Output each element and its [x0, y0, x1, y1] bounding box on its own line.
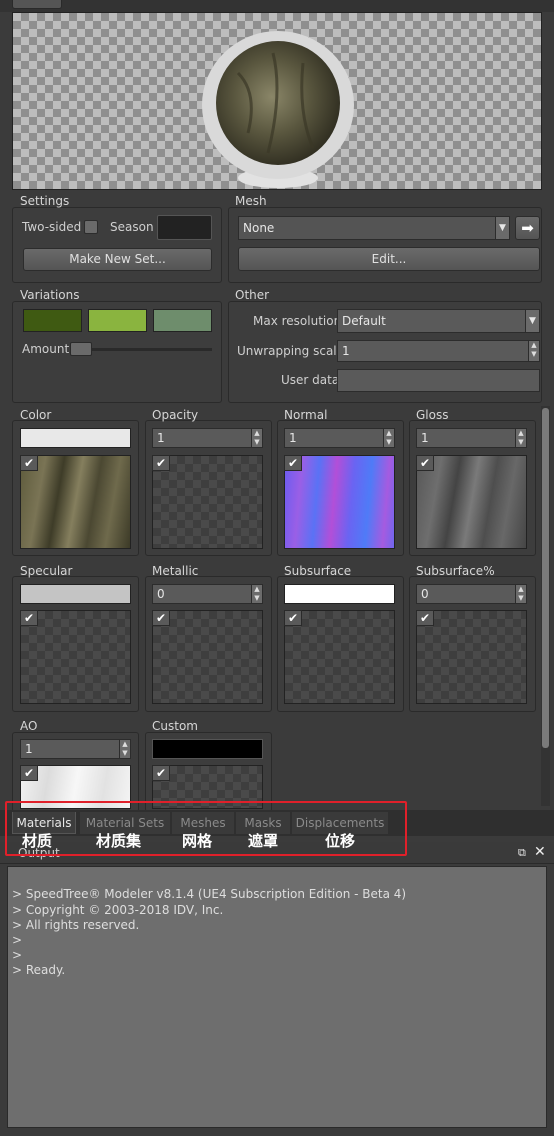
- two-sided-checkbox[interactable]: [84, 220, 98, 234]
- subsurface-enabled-checkbox[interactable]: ✔: [284, 610, 302, 626]
- normal-channel-title: Normal: [284, 408, 328, 422]
- spinner-arrows-icon[interactable]: ▲ ▼: [119, 740, 130, 758]
- gloss-spinbox[interactable]: 1 ▲ ▼: [416, 428, 527, 448]
- subsurface-pct-spinbox[interactable]: 0 ▲ ▼: [416, 584, 527, 604]
- spinner-arrows-icon[interactable]: ▲ ▼: [528, 341, 539, 361]
- color-swatch[interactable]: [20, 428, 131, 448]
- preview-toggle-button[interactable]: [12, 0, 62, 9]
- opacity-enabled-checkbox[interactable]: ✔: [152, 455, 170, 471]
- output-line: > Ready.: [12, 963, 66, 977]
- metallic-spinbox[interactable]: 0 ▲ ▼: [152, 584, 263, 604]
- mesh-edit-button[interactable]: Edit...: [238, 247, 540, 271]
- opacity-value: 1: [157, 431, 165, 445]
- scrollbar-thumb[interactable]: [542, 408, 549, 748]
- channel-grid-scrollbar[interactable]: [541, 406, 550, 806]
- metallic-value: 0: [157, 587, 165, 601]
- user-data-label: User data: [281, 373, 340, 387]
- float-window-icon[interactable]: ⧉: [518, 846, 526, 860]
- amount-slider-handle[interactable]: [70, 342, 92, 356]
- specular-enabled-checkbox[interactable]: ✔: [20, 610, 38, 626]
- subsurface-swatch[interactable]: [284, 584, 395, 604]
- ao-spinbox[interactable]: 1 ▲ ▼: [20, 739, 131, 759]
- max-resolution-label: Max resolution: [253, 314, 342, 328]
- normal-spinbox[interactable]: 1 ▲ ▼: [284, 428, 395, 448]
- material-preview: [12, 12, 542, 190]
- subsurface-channel-title: Subsurface: [284, 564, 352, 578]
- custom-channel-title: Custom: [152, 719, 198, 733]
- mesh-go-arrow-button[interactable]: ➡: [515, 216, 540, 240]
- metallic-enabled-checkbox[interactable]: ✔: [152, 610, 170, 626]
- chevron-down-icon: ▼: [525, 310, 539, 332]
- season-color-swatch[interactable]: [157, 215, 212, 240]
- spinner-arrows-icon[interactable]: ▲ ▼: [515, 429, 526, 447]
- max-resolution-dropdown[interactable]: Default ▼: [337, 309, 540, 333]
- season-label: Season: [110, 220, 154, 234]
- specular-swatch[interactable]: [20, 584, 131, 604]
- normal-value: 1: [289, 431, 297, 445]
- normal-enabled-checkbox[interactable]: ✔: [284, 455, 302, 471]
- amount-label: Amount: [22, 342, 70, 356]
- mesh-title: Mesh: [235, 194, 267, 208]
- custom-swatch[interactable]: [152, 739, 263, 759]
- output-line: > Copyright © 2003-2018 IDV, Inc.: [12, 903, 224, 917]
- chevron-down-icon: ▼: [495, 217, 509, 239]
- output-line: > All rights reserved.: [12, 918, 140, 932]
- variation-swatch-3[interactable]: [153, 309, 212, 332]
- settings-title: Settings: [20, 194, 70, 208]
- spinner-arrows-icon[interactable]: ▲ ▼: [383, 429, 394, 447]
- max-resolution-value: Default: [342, 314, 386, 328]
- unwrapping-scale-label: Unwrapping scale: [237, 344, 345, 358]
- metallic-channel-title: Metallic: [152, 564, 199, 578]
- subsurface-pct-channel-title: Subsurface%: [416, 564, 495, 578]
- variations-title: Variations: [20, 288, 80, 302]
- two-sided-label: Two-sided: [22, 220, 82, 234]
- unwrapping-scale-value: 1: [342, 344, 350, 358]
- spinner-arrows-icon[interactable]: ▲ ▼: [251, 585, 262, 603]
- user-data-input[interactable]: [337, 369, 540, 392]
- specular-channel-title: Specular: [20, 564, 73, 578]
- variation-swatch-2[interactable]: [88, 309, 147, 332]
- ao-channel-title: AO: [20, 719, 38, 733]
- custom-enabled-checkbox[interactable]: ✔: [152, 765, 170, 781]
- close-icon[interactable]: ✕: [534, 844, 546, 860]
- top-toolbar: [0, 0, 554, 12]
- gloss-value: 1: [421, 431, 429, 445]
- opacity-channel-title: Opacity: [152, 408, 199, 422]
- opacity-spinbox[interactable]: 1 ▲ ▼: [152, 428, 263, 448]
- gloss-channel-title: Gloss: [416, 408, 449, 422]
- tree-bark-preview-image: [202, 31, 354, 188]
- variation-swatch-1[interactable]: [23, 309, 82, 332]
- tab-highlight-box: [5, 801, 407, 856]
- output-line: >: [12, 933, 23, 947]
- subsurface-pct-enabled-checkbox[interactable]: ✔: [416, 610, 434, 626]
- ao-value: 1: [25, 742, 33, 756]
- ao-enabled-checkbox[interactable]: ✔: [20, 765, 38, 781]
- output-line: >: [12, 948, 23, 962]
- make-new-set-button[interactable]: Make New Set...: [23, 248, 212, 271]
- output-line: > SpeedTree® Modeler v8.1.4 (UE4 Subscri…: [12, 887, 407, 901]
- mesh-dropdown-value: None: [243, 221, 275, 235]
- subsurface-pct-value: 0: [421, 587, 429, 601]
- spinner-arrows-icon[interactable]: ▲ ▼: [515, 585, 526, 603]
- mesh-dropdown[interactable]: None ▼: [238, 216, 510, 240]
- other-title: Other: [235, 288, 270, 302]
- unwrapping-scale-spinbox[interactable]: 1 ▲ ▼: [337, 340, 540, 362]
- gloss-enabled-checkbox[interactable]: ✔: [416, 455, 434, 471]
- color-enabled-checkbox[interactable]: ✔: [20, 455, 38, 471]
- spinner-arrows-icon[interactable]: ▲ ▼: [251, 429, 262, 447]
- color-channel-title: Color: [20, 408, 52, 422]
